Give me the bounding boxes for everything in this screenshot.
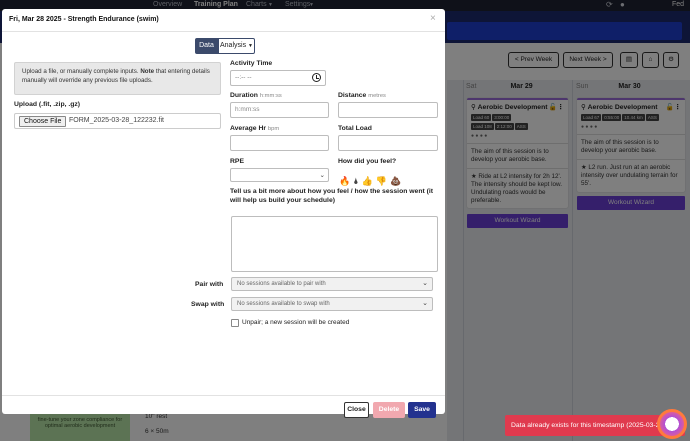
clock-icon[interactable]	[312, 73, 321, 82]
session-notes-textarea[interactable]	[231, 216, 438, 272]
duration-unit: h:mm:ss	[259, 93, 282, 99]
avg-hr-label-text: Average Hr	[230, 125, 267, 132]
upload-info-box: Upload a file, or manually complete inpu…	[14, 62, 221, 95]
distance-unit: metres	[368, 93, 386, 99]
distance-label-text: Distance	[338, 92, 367, 99]
close-icon[interactable]: ×	[430, 13, 436, 24]
feel-icons[interactable]: 🔥🌢👍👎💩	[339, 176, 404, 187]
duration-input[interactable]: h:mm:ss	[230, 102, 329, 118]
pair-with-select[interactable]: No sessions available to pair with ⌄	[231, 277, 433, 291]
avg-hr-input[interactable]	[230, 135, 329, 151]
duration-label-text: Duration	[230, 92, 258, 99]
total-load-label: Total Load	[338, 125, 372, 132]
swap-with-label: Swap with	[191, 301, 225, 308]
total-load-input[interactable]	[338, 135, 438, 151]
chevron-down-icon: ▼	[248, 43, 253, 49]
close-button[interactable]: Close	[344, 402, 369, 418]
upload-label: Upload (.fit, .zip, .gz)	[14, 101, 81, 108]
file-name: FORM_2025-03-28_122232.fit	[69, 117, 164, 124]
unpair-checkbox[interactable]	[231, 319, 239, 327]
distance-label: Distance metres	[338, 92, 386, 99]
rpe-label: RPE	[230, 158, 244, 165]
session-modal: Fri, Mar 28 2025 - Strength Endurance (s…	[2, 9, 445, 418]
unpair-label: Unpair; a new session will be created	[242, 319, 350, 326]
chevron-down-icon: ⌄	[422, 280, 428, 287]
divider	[2, 31, 445, 32]
duration-placeholder: h:mm:ss	[235, 106, 260, 113]
save-button[interactable]: Save	[408, 402, 436, 418]
avg-hr-unit: bpm	[267, 126, 280, 132]
pair-with-label: Pair with	[195, 281, 224, 288]
swap-with-select[interactable]: No sessions available to swap with ⌄	[231, 297, 433, 311]
rpe-select[interactable]: ⌄	[230, 168, 329, 182]
app-logo[interactable]	[657, 409, 687, 439]
duration-label: Duration h:mm:ss	[230, 92, 282, 99]
activity-time-placeholder: --:-- --	[235, 74, 252, 81]
pair-with-value: No sessions available to pair with	[237, 281, 326, 287]
choose-file-button[interactable]: Choose File	[19, 116, 67, 127]
tab-data[interactable]: Data	[195, 38, 218, 54]
distance-input[interactable]	[338, 102, 438, 118]
delete-button[interactable]: Delete	[373, 402, 405, 418]
info-note: Note	[140, 68, 155, 75]
modal-title: Fri, Mar 28 2025 - Strength Endurance (s…	[9, 16, 159, 23]
tab-analysis-label: Analysis	[220, 42, 247, 49]
activity-time-label: Activity Time	[230, 60, 273, 67]
tab-analysis[interactable]: Analysis ▼	[218, 38, 255, 54]
info-text: Upload a file, or manually complete inpu…	[22, 68, 139, 75]
activity-time-input[interactable]: --:-- --	[230, 70, 326, 86]
chevron-down-icon: ⌄	[422, 300, 428, 307]
chevron-down-icon: ⌄	[319, 172, 325, 179]
avg-hr-label: Average Hr bpm	[230, 125, 279, 132]
file-upload-field[interactable]: Choose File FORM_2025-03-28_122232.fit	[14, 113, 221, 129]
swap-with-value: No sessions available to swap with	[237, 301, 330, 307]
feel-label: How did you feel?	[338, 158, 397, 165]
session-notes-label: Tell us a bit more about how you feel / …	[230, 188, 434, 204]
divider	[2, 395, 445, 396]
